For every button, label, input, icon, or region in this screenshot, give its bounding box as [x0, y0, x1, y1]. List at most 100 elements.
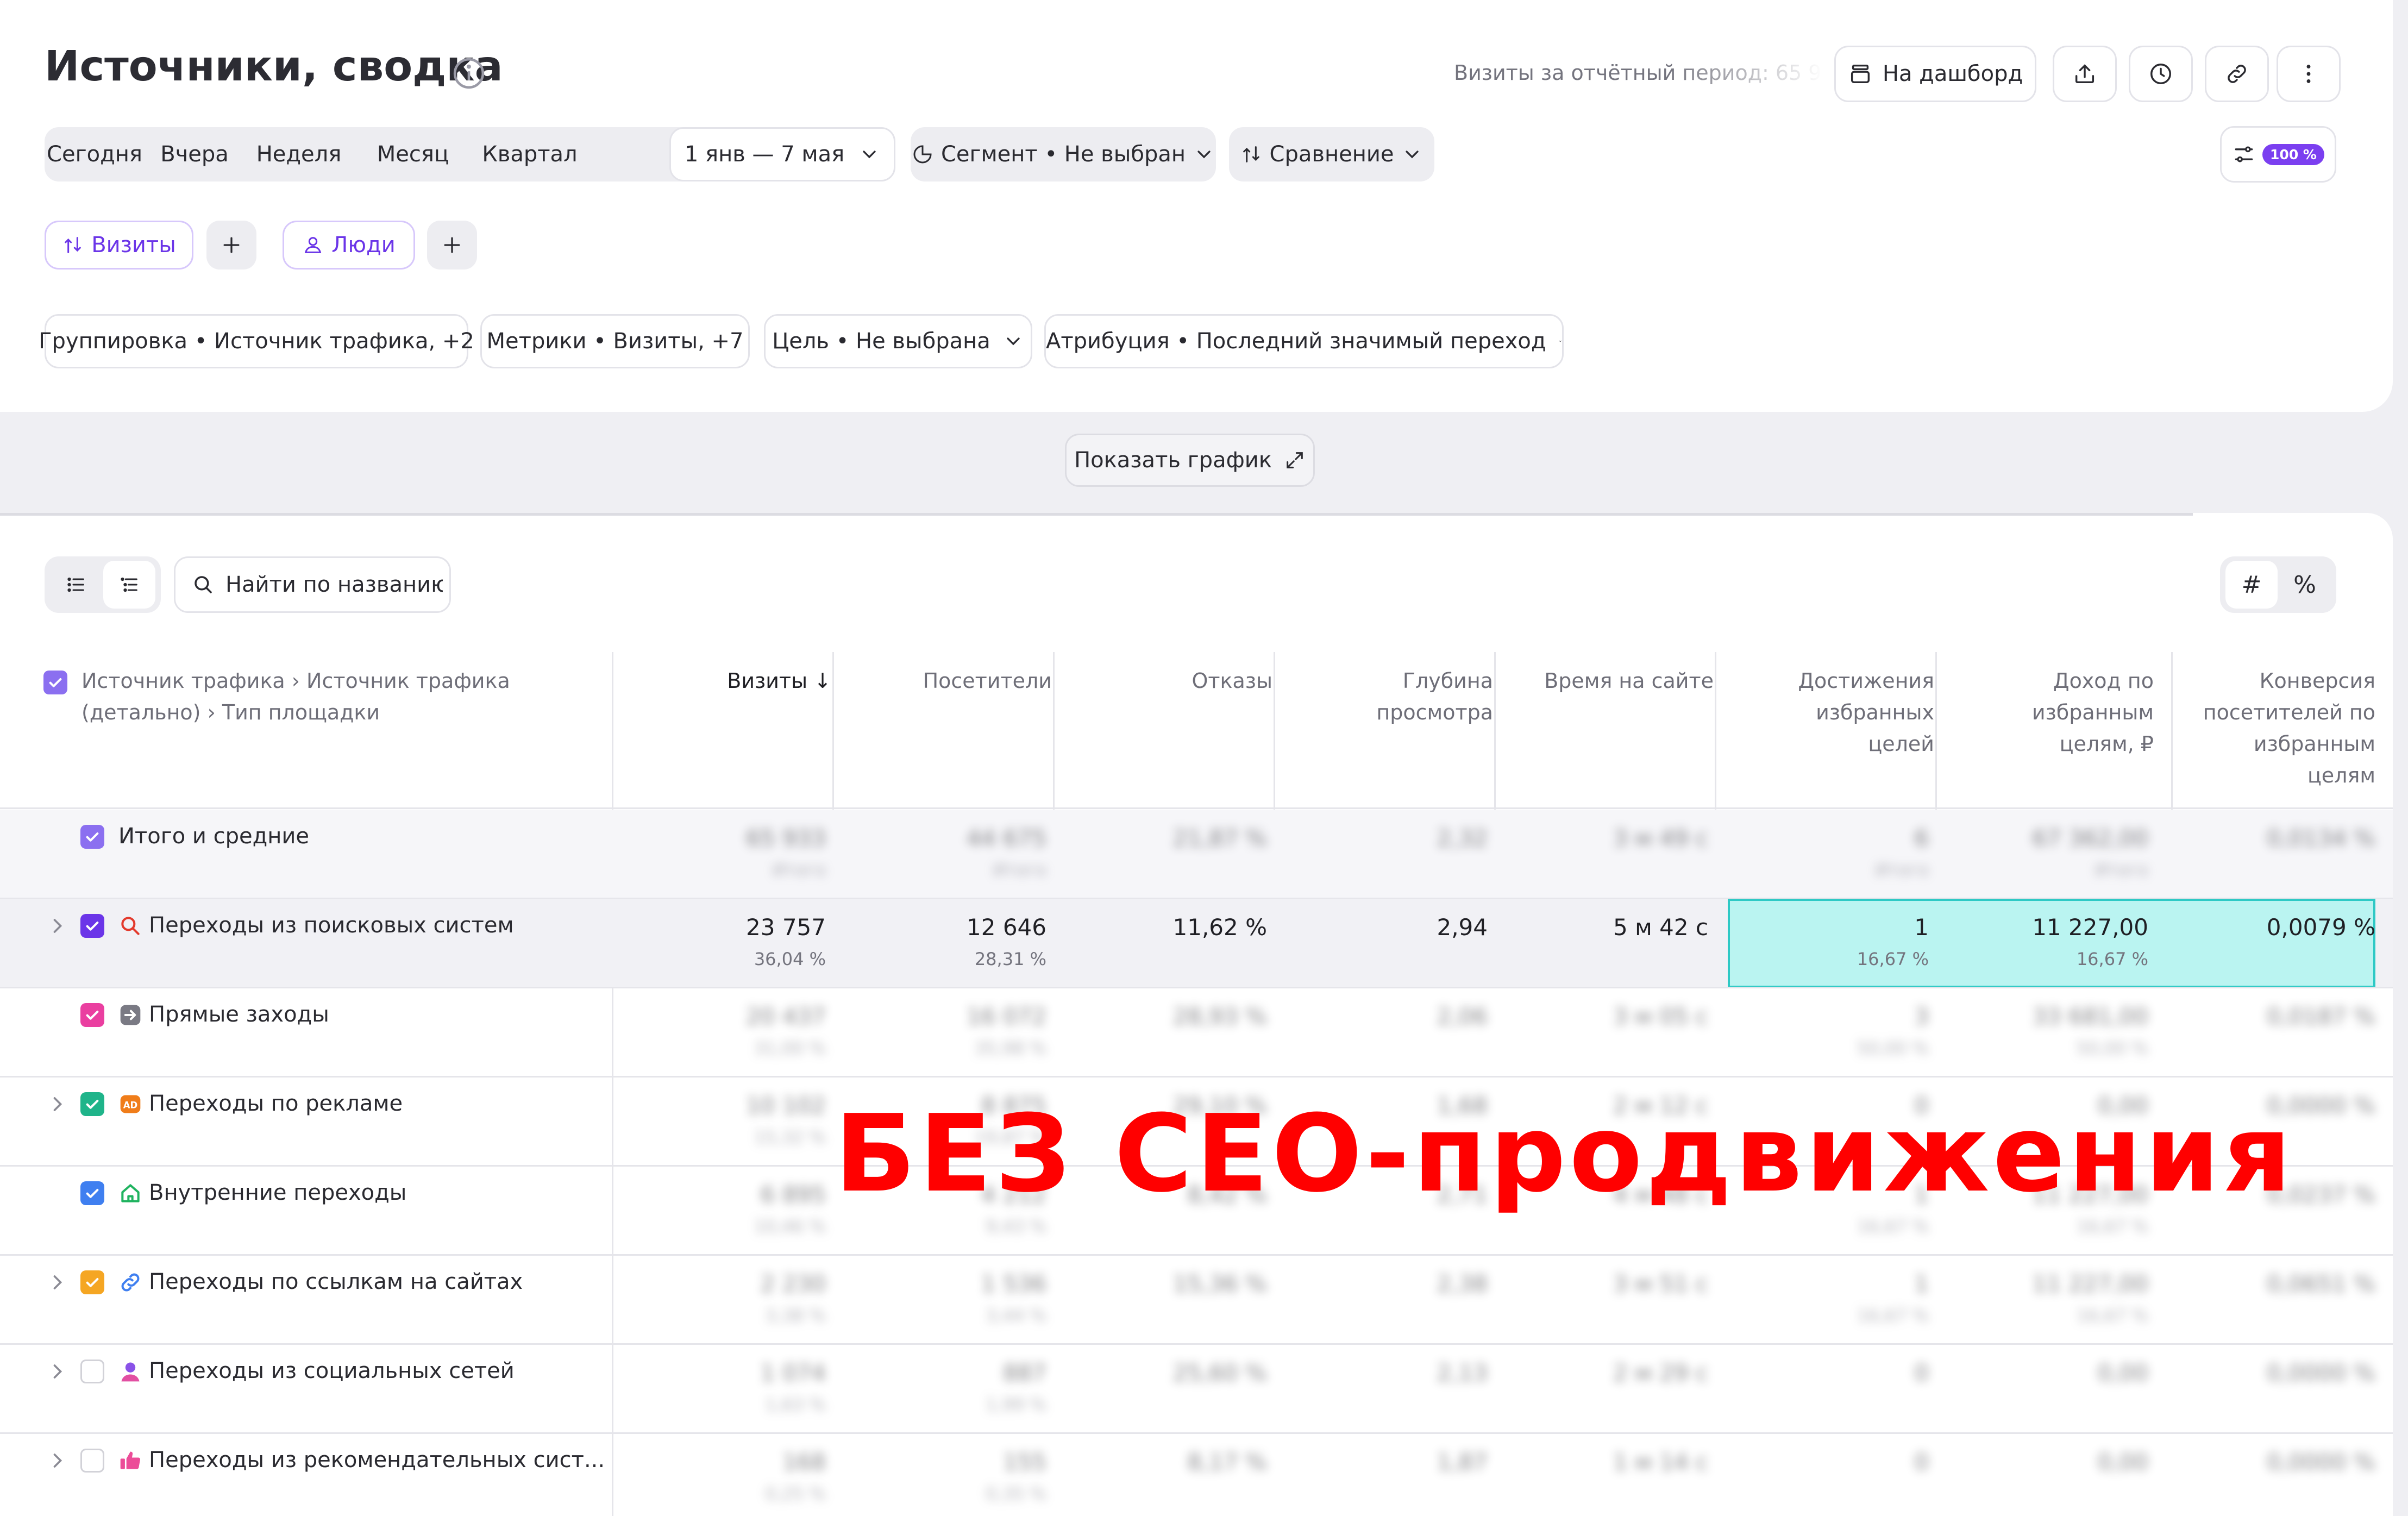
history-button[interactable]: [2129, 46, 2193, 102]
table-row[interactable]: Итого и средние 65 933 Итого 44 675 Итого 21,…: [0, 810, 2393, 899]
copy-link-button[interactable]: [2205, 46, 2269, 102]
cell-value: 0,0000 %: [2266, 1449, 2375, 1475]
row-checkbox[interactable]: [80, 1360, 104, 1383]
period-selector: Сегодня Вчера Неделя Месяц Квартал 1 янв…: [45, 127, 895, 181]
expand-chevron-icon[interactable]: [46, 1092, 70, 1116]
cell-value: 887: [1002, 1360, 1046, 1386]
info-icon[interactable]: [452, 57, 486, 90]
expand-chevron-icon[interactable]: [46, 1360, 70, 1383]
upload-icon: [2075, 64, 2095, 84]
percent-values-button[interactable]: %: [2279, 561, 2331, 609]
view-mode-toggle: [45, 556, 161, 613]
row-label[interactable]: Переходы из социальных сетей: [149, 1358, 515, 1383]
period-tab-yesterday[interactable]: Вчера: [145, 127, 244, 181]
sampling-badge: 100 %: [2262, 143, 2324, 165]
period-tab-today[interactable]: Сегодня: [45, 127, 145, 181]
column-header-visits[interactable]: Визиты ↓: [603, 665, 831, 823]
metric-tag-visits[interactable]: Визиты: [45, 221, 193, 270]
metric-tag-people[interactable]: Люди: [283, 221, 415, 270]
metrics-chip[interactable]: Метрики • Визиты, +7: [480, 314, 750, 368]
goal-chip-label: Цель • Не выбрана: [772, 329, 990, 354]
period-tab-week[interactable]: Неделя: [244, 127, 353, 181]
show-chart-button[interactable]: Показать график: [1065, 434, 1315, 487]
column-header-visitors[interactable]: Посетители: [824, 665, 1052, 823]
expand-chevron-icon[interactable]: [46, 1270, 70, 1294]
expand-chevron-icon[interactable]: [46, 1449, 70, 1473]
row-label[interactable]: Итого и средние: [118, 824, 309, 849]
dimension-column-header[interactable]: Источник трафика › Источник трафика (дет…: [81, 665, 625, 823]
row-label[interactable]: Внутренние переходы: [149, 1180, 406, 1205]
tree-view-button[interactable]: [50, 561, 102, 609]
search-icon: [195, 576, 212, 593]
add-to-dashboard-button[interactable]: На дашборд: [1834, 46, 2036, 102]
grouping-chip[interactable]: Группировка • Источник трафика, +2: [39, 314, 474, 368]
cell-share: 3,44 %: [986, 1305, 1046, 1326]
row-label[interactable]: Переходы из поисковых систем: [149, 913, 514, 938]
table-search-input[interactable]: [225, 572, 443, 597]
expand-chevron-icon[interactable]: [46, 914, 70, 938]
date-range-picker[interactable]: 1 янв — 7 мая: [669, 127, 895, 181]
sampling-settings-button[interactable]: 100 %: [2220, 126, 2336, 183]
table-row[interactable]: Переходы из рекомендательных сист... 168 0…: [0, 1433, 2393, 1516]
table-row[interactable]: Переходы по ссылкам на сайтах 2 230 3,38 %…: [0, 1255, 2393, 1344]
row-checkbox[interactable]: [80, 1003, 104, 1027]
column-header-goal-reaches[interactable]: Достижения избранных целей: [1706, 665, 1934, 823]
table-row[interactable]: Переходы из социальных сетей 1 074 1,63 % 8…: [0, 1344, 2393, 1433]
cell-value: 0,0000 %: [2266, 1360, 2375, 1386]
column-header-page-depth[interactable]: Глубина просмотра: [1265, 665, 1493, 823]
person-icon: [305, 237, 322, 253]
attribution-chip[interactable]: Атрибуция • Последний значимый переход: [1044, 314, 1564, 368]
table-row[interactable]: Прямые заходы 20 437 31,00 % 16 072 35,98 % 2…: [0, 988, 2393, 1077]
search-engine-icon: [118, 914, 142, 938]
cell-value: 23 757: [746, 914, 826, 941]
export-button[interactable]: [2053, 46, 2117, 102]
chevron-down-icon: [1559, 340, 1562, 342]
ad-icon: AD: [118, 1092, 142, 1116]
cell-value: 3 м 51 с: [1613, 1270, 1708, 1297]
cell-value: 10 102: [746, 1092, 826, 1119]
dashboard-icon: [1851, 64, 1870, 84]
row-label[interactable]: Переходы по рекламе: [149, 1091, 403, 1116]
cell-value: 28,93 %: [1172, 1003, 1268, 1030]
row-checkbox[interactable]: [80, 1181, 104, 1205]
cell-share: 16,67 %: [1857, 1305, 1929, 1326]
cell-share: Итого: [1875, 860, 1929, 880]
column-header-goal-conversion[interactable]: Конверсия посетителей по избранным целям: [2147, 665, 2375, 823]
add-to-dashboard-label: На дашборд: [1882, 61, 2023, 86]
cell-value: 67 362,00: [2032, 825, 2148, 851]
more-actions-button[interactable]: [2277, 46, 2341, 102]
more-vertical-icon: [2306, 65, 2311, 83]
cell-value: 1: [1914, 914, 1929, 941]
column-header-line: Конверсия: [2259, 669, 2375, 693]
period-tab-quarter[interactable]: Квартал: [473, 127, 587, 181]
column-header-line: избранным: [2253, 732, 2375, 756]
absolute-values-button[interactable]: #: [2225, 561, 2278, 609]
row-checkbox[interactable]: [80, 1270, 104, 1294]
cell-value: 6: [1914, 825, 1929, 851]
row-label[interactable]: Переходы по ссылкам на сайтах: [149, 1269, 523, 1294]
add-visits-segment-button[interactable]: [206, 221, 256, 270]
column-header-line: Достижения: [1798, 669, 1934, 693]
comparison-button[interactable]: Сравнение: [1229, 127, 1434, 181]
cell-value: 0,0651 %: [2266, 1270, 2375, 1297]
table-row[interactable]: Переходы из поисковых систем 23 757 36,04 …: [0, 899, 2393, 988]
column-header-bounce-rate[interactable]: Отказы: [1044, 665, 1273, 823]
column-header-time-on-site[interactable]: Время на сайте: [1485, 665, 1714, 823]
select-all-checkbox[interactable]: [43, 671, 67, 694]
add-people-segment-button[interactable]: [427, 221, 477, 270]
cell-share: 0,25 %: [765, 1483, 826, 1504]
row-label[interactable]: Прямые заходы: [149, 1002, 329, 1027]
goal-chip[interactable]: Цель • Не выбрана: [764, 314, 1032, 368]
row-checkbox[interactable]: [80, 914, 104, 938]
row-checkbox[interactable]: [80, 1092, 104, 1116]
table-search[interactable]: [174, 556, 451, 613]
row-label[interactable]: Переходы из рекомендательных сист...: [149, 1448, 605, 1473]
metric-tag-people-label: Люди: [331, 233, 396, 258]
row-checkbox[interactable]: [80, 825, 104, 849]
row-checkbox[interactable]: [80, 1449, 104, 1473]
column-header-goal-revenue[interactable]: Доход по избранным целям, ₽: [1926, 665, 2154, 823]
period-tab-month[interactable]: Месяц: [353, 127, 473, 181]
cell-share: 50,00 %: [1857, 1038, 1929, 1058]
flat-view-button[interactable]: [103, 561, 155, 609]
segment-button[interactable]: Сегмент • Не выбран: [911, 127, 1216, 181]
